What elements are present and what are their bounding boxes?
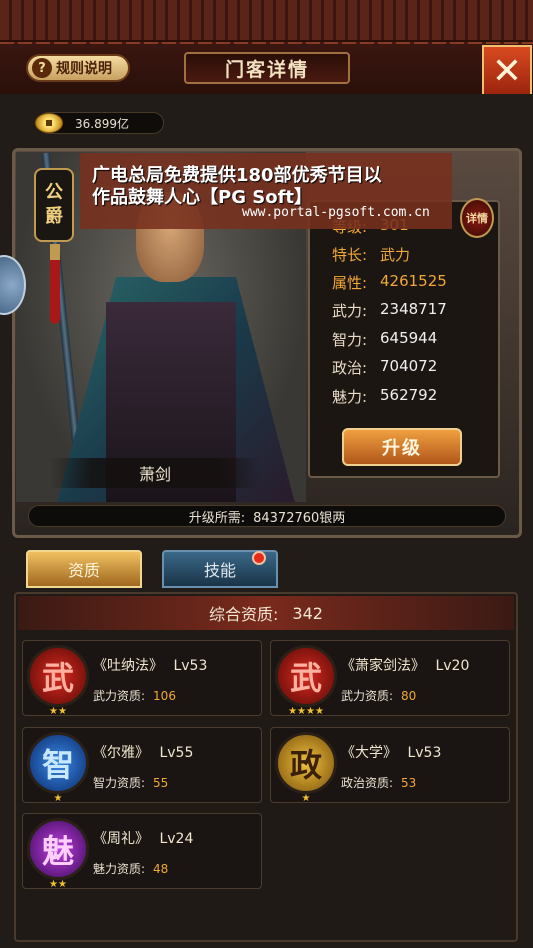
watermark-overlay: 广电总局免费提供180部优秀节目以 作品鼓舞人心【PG Soft】 www.po…: [80, 153, 452, 229]
coin-icon: [35, 113, 63, 133]
force-skill-icon: 武: [27, 645, 89, 707]
star-rating: ★: [53, 793, 63, 804]
skill-card[interactable]: 智 ★ 《尔雅》 Lv55 智力资质: 55: [22, 727, 262, 804]
skill-card[interactable]: 武 ★★★★ 《萧家剑法》 Lv20 武力资质: 80: [270, 640, 510, 717]
aptitude-total-value: 342: [292, 603, 323, 623]
tab-aptitude[interactable]: 资质: [26, 550, 142, 588]
politics-skill-icon: 政: [275, 732, 337, 794]
stat-intellect: 智力: 645944: [332, 329, 438, 349]
skill-card[interactable]: 魅 ★★ 《周礼》 Lv24 魅力资质: 48: [22, 813, 262, 890]
skill-title: 《尔雅》 Lv55: [93, 745, 194, 761]
star-rating: ★: [301, 793, 311, 804]
force-skill-icon: 武: [275, 645, 337, 707]
rank-char-2: 爵: [45, 206, 63, 227]
intellect-skill-icon: 智: [27, 732, 89, 794]
skill-aptitude: 政治资质: 53: [341, 776, 417, 790]
page-title: 门客详情: [184, 52, 350, 84]
roof-decoration: [0, 0, 533, 50]
currency-value: 36.899亿: [75, 116, 129, 131]
skill-card[interactable]: 政 ★ 《大学》 Lv53 政治资质: 53: [270, 727, 510, 804]
rules-label: 规则说明: [56, 61, 112, 77]
notification-dot: [252, 551, 266, 565]
watermark-url: www.portal-pgsoft.com.cn: [242, 205, 430, 220]
skill-card[interactable]: 武 ★★ 《吐纳法》 Lv53 武力资质: 106: [22, 640, 262, 717]
skill-aptitude: 武力资质: 80: [341, 689, 417, 703]
upgrade-cost-value: 84372760银两: [253, 510, 346, 526]
star-rating: ★★★★: [288, 706, 324, 717]
rules-button[interactable]: ? 规则说明: [26, 54, 130, 82]
detail-button[interactable]: 详情: [460, 198, 494, 238]
skill-title: 《周礼》 Lv24: [93, 831, 194, 847]
skill-aptitude: 智力资质: 55: [93, 776, 169, 790]
upgrade-cost-label: 升级所需:: [188, 510, 246, 526]
rank-banner: 公 爵: [34, 168, 74, 242]
skill-title: 《大学》 Lv53: [341, 745, 442, 761]
rank-char-1: 公: [45, 182, 63, 203]
star-rating: ★★: [49, 879, 67, 890]
close-icon: ✕: [491, 51, 523, 92]
skill-aptitude: 魅力资质: 48: [93, 862, 169, 876]
skill-title: 《萧家剑法》 Lv20: [341, 658, 470, 674]
stat-attribute: 属性: 4261525: [332, 272, 447, 292]
aptitude-total-label: 综合资质:: [209, 605, 279, 624]
question-icon: ?: [32, 58, 52, 78]
hero-name: 萧剑: [50, 458, 260, 488]
upgrade-cost: 升级所需: 84372760银两: [28, 505, 506, 527]
skill-aptitude: 武力资质: 106: [93, 689, 176, 703]
aptitude-total: 综合资质: 342: [18, 596, 514, 630]
stat-force: 武力: 2348717: [332, 300, 447, 320]
stat-politics: 政治: 704072: [332, 357, 438, 377]
stat-charm: 魅力: 562792: [332, 386, 438, 406]
stat-specialty: 特长: 武力: [332, 246, 411, 264]
upgrade-button[interactable]: 升级: [342, 428, 462, 466]
tassel-icon: [50, 244, 60, 324]
currency-display: 36.899亿: [35, 112, 164, 134]
star-rating: ★★: [49, 706, 67, 717]
charm-skill-icon: 魅: [27, 818, 89, 880]
skill-title: 《吐纳法》 Lv53: [93, 658, 208, 674]
